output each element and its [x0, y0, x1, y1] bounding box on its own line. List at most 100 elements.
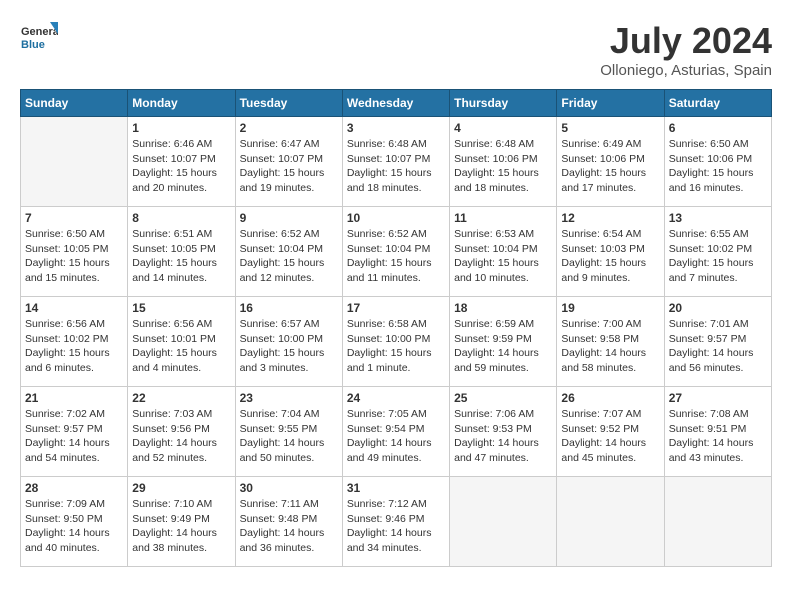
weekday-header-row: SundayMondayTuesdayWednesdayThursdayFrid… — [21, 90, 772, 117]
day-detail: Sunrise: 6:48 AMSunset: 10:07 PMDaylight… — [347, 137, 445, 196]
week-row-5: 28 Sunrise: 7:09 AMSunset: 9:50 PMDayligh… — [21, 477, 772, 567]
day-cell: 28 Sunrise: 7:09 AMSunset: 9:50 PMDayligh… — [21, 477, 128, 567]
day-detail: Sunrise: 6:56 AMSunset: 10:01 PMDaylight… — [132, 317, 230, 376]
day-number: 29 — [132, 481, 230, 495]
day-cell: 9 Sunrise: 6:52 AMSunset: 10:04 PMDayligh… — [235, 207, 342, 297]
month-title: July 2024 — [600, 20, 772, 62]
weekday-header-friday: Friday — [557, 90, 664, 117]
day-number: 23 — [240, 391, 338, 405]
day-cell: 7Sunrise: 6:50 AMSunset: 10:05 PMDayligh… — [21, 207, 128, 297]
day-number: 4 — [454, 121, 552, 135]
day-detail: Sunrise: 7:12 AMSunset: 9:46 PMDaylight:… — [347, 497, 445, 556]
day-number: 25 — [454, 391, 552, 405]
weekday-header-saturday: Saturday — [664, 90, 771, 117]
day-cell: 22Sunrise: 7:03 AMSunset: 9:56 PMDayligh… — [128, 387, 235, 477]
week-row-1: 1 Sunrise: 6:46 AMSunset: 10:07 PMDayligh… — [21, 117, 772, 207]
weekday-header-tuesday: Tuesday — [235, 90, 342, 117]
day-number: 30 — [240, 481, 338, 495]
day-cell: 20Sunrise: 7:01 AMSunset: 9:57 PMDayligh… — [664, 297, 771, 387]
day-detail: Sunrise: 7:08 AMSunset: 9:51 PMDaylight:… — [669, 407, 767, 466]
day-detail: Sunrise: 6:51 AMSunset: 10:05 PMDaylight… — [132, 227, 230, 286]
day-detail: Sunrise: 6:48 AMSunset: 10:06 PMDaylight… — [454, 137, 552, 196]
day-cell: 19 Sunrise: 7:00 AMSunset: 9:58 PMDayligh… — [557, 297, 664, 387]
day-cell: 23 Sunrise: 7:04 AMSunset: 9:55 PMDayligh… — [235, 387, 342, 477]
day-detail: Sunrise: 6:58 AMSunset: 10:00 PMDaylight… — [347, 317, 445, 376]
day-detail: Sunrise: 7:09 AMSunset: 9:50 PMDaylight:… — [25, 497, 123, 556]
week-row-2: 7Sunrise: 6:50 AMSunset: 10:05 PMDayligh… — [21, 207, 772, 297]
day-cell: 17Sunrise: 6:58 AMSunset: 10:00 PMDaylig… — [342, 297, 449, 387]
weekday-header-thursday: Thursday — [450, 90, 557, 117]
day-number: 19 — [561, 301, 659, 315]
svg-text:Blue: Blue — [21, 39, 45, 51]
day-detail: Sunrise: 6:46 AMSunset: 10:07 PMDaylight… — [132, 137, 230, 196]
day-cell — [21, 117, 128, 207]
day-detail: Sunrise: 6:50 AMSunset: 10:05 PMDaylight… — [25, 227, 123, 286]
day-cell — [450, 477, 557, 567]
day-detail: Sunrise: 6:49 AMSunset: 10:06 PMDaylight… — [561, 137, 659, 196]
day-cell: 16 Sunrise: 6:57 AMSunset: 10:00 PMDaylig… — [235, 297, 342, 387]
day-number: 8 — [132, 211, 230, 225]
day-number: 28 — [25, 481, 123, 495]
day-cell: 29Sunrise: 7:10 AMSunset: 9:49 PMDayligh… — [128, 477, 235, 567]
location: Olloniego, Asturias, Spain — [600, 62, 772, 79]
day-number: 31 — [347, 481, 445, 495]
day-cell: 1 Sunrise: 6:46 AMSunset: 10:07 PMDayligh… — [128, 117, 235, 207]
day-detail: Sunrise: 7:02 AMSunset: 9:57 PMDaylight:… — [25, 407, 123, 466]
day-cell: 11Sunrise: 6:53 AMSunset: 10:04 PMDaylig… — [450, 207, 557, 297]
day-detail: Sunrise: 6:53 AMSunset: 10:04 PMDaylight… — [454, 227, 552, 286]
day-cell: 15 Sunrise: 6:56 AMSunset: 10:01 PMDaylig… — [128, 297, 235, 387]
day-number: 27 — [669, 391, 767, 405]
week-row-4: 21 Sunrise: 7:02 AMSunset: 9:57 PMDayligh… — [21, 387, 772, 477]
day-detail: Sunrise: 6:50 AMSunset: 10:06 PMDaylight… — [669, 137, 767, 196]
weekday-header-wednesday: Wednesday — [342, 90, 449, 117]
day-detail: Sunrise: 7:11 AMSunset: 9:48 PMDaylight:… — [240, 497, 338, 556]
day-number: 6 — [669, 121, 767, 135]
logo: General Blue — [20, 20, 58, 58]
day-number: 14 — [25, 301, 123, 315]
day-cell: 2Sunrise: 6:47 AMSunset: 10:07 PMDayligh… — [235, 117, 342, 207]
day-cell: 4 Sunrise: 6:48 AMSunset: 10:06 PMDayligh… — [450, 117, 557, 207]
day-number: 9 — [240, 211, 338, 225]
day-cell: 14 Sunrise: 6:56 AMSunset: 10:02 PMDaylig… — [21, 297, 128, 387]
day-detail: Sunrise: 6:57 AMSunset: 10:00 PMDaylight… — [240, 317, 338, 376]
day-number: 13 — [669, 211, 767, 225]
day-detail: Sunrise: 6:52 AMSunset: 10:04 PMDaylight… — [347, 227, 445, 286]
day-number: 12 — [561, 211, 659, 225]
day-cell: 12 Sunrise: 6:54 AMSunset: 10:03 PMDaylig… — [557, 207, 664, 297]
day-detail: Sunrise: 7:00 AMSunset: 9:58 PMDaylight:… — [561, 317, 659, 376]
day-number: 15 — [132, 301, 230, 315]
day-cell: 18 Sunrise: 6:59 AMSunset: 9:59 PMDayligh… — [450, 297, 557, 387]
day-cell — [557, 477, 664, 567]
day-number: 3 — [347, 121, 445, 135]
day-detail: Sunrise: 7:07 AMSunset: 9:52 PMDaylight:… — [561, 407, 659, 466]
logo-svg: General Blue — [20, 20, 58, 58]
day-detail: Sunrise: 6:59 AMSunset: 9:59 PMDaylight:… — [454, 317, 552, 376]
weekday-header-monday: Monday — [128, 90, 235, 117]
day-number: 18 — [454, 301, 552, 315]
day-number: 26 — [561, 391, 659, 405]
day-number: 24 — [347, 391, 445, 405]
day-number: 2 — [240, 121, 338, 135]
weekday-header-sunday: Sunday — [21, 90, 128, 117]
week-row-3: 14 Sunrise: 6:56 AMSunset: 10:02 PMDaylig… — [21, 297, 772, 387]
day-detail: Sunrise: 6:56 AMSunset: 10:02 PMDaylight… — [25, 317, 123, 376]
day-detail: Sunrise: 7:04 AMSunset: 9:55 PMDaylight:… — [240, 407, 338, 466]
day-cell — [664, 477, 771, 567]
day-cell: 13 Sunrise: 6:55 AMSunset: 10:02 PMDaylig… — [664, 207, 771, 297]
day-number: 1 — [132, 121, 230, 135]
day-cell: 6 Sunrise: 6:50 AMSunset: 10:06 PMDayligh… — [664, 117, 771, 207]
day-cell: 30 Sunrise: 7:11 AMSunset: 9:48 PMDayligh… — [235, 477, 342, 567]
day-cell: 10Sunrise: 6:52 AMSunset: 10:04 PMDaylig… — [342, 207, 449, 297]
day-detail: Sunrise: 6:55 AMSunset: 10:02 PMDaylight… — [669, 227, 767, 286]
day-detail: Sunrise: 6:54 AMSunset: 10:03 PMDaylight… — [561, 227, 659, 286]
day-cell: 24 Sunrise: 7:05 AMSunset: 9:54 PMDayligh… — [342, 387, 449, 477]
day-number: 16 — [240, 301, 338, 315]
day-cell: 27 Sunrise: 7:08 AMSunset: 9:51 PMDayligh… — [664, 387, 771, 477]
day-number: 21 — [25, 391, 123, 405]
day-detail: Sunrise: 7:03 AMSunset: 9:56 PMDaylight:… — [132, 407, 230, 466]
day-detail: Sunrise: 7:05 AMSunset: 9:54 PMDaylight:… — [347, 407, 445, 466]
day-cell: 8 Sunrise: 6:51 AMSunset: 10:05 PMDayligh… — [128, 207, 235, 297]
day-detail: Sunrise: 6:52 AMSunset: 10:04 PMDaylight… — [240, 227, 338, 286]
logo-icon: General Blue — [20, 20, 58, 58]
day-number: 20 — [669, 301, 767, 315]
